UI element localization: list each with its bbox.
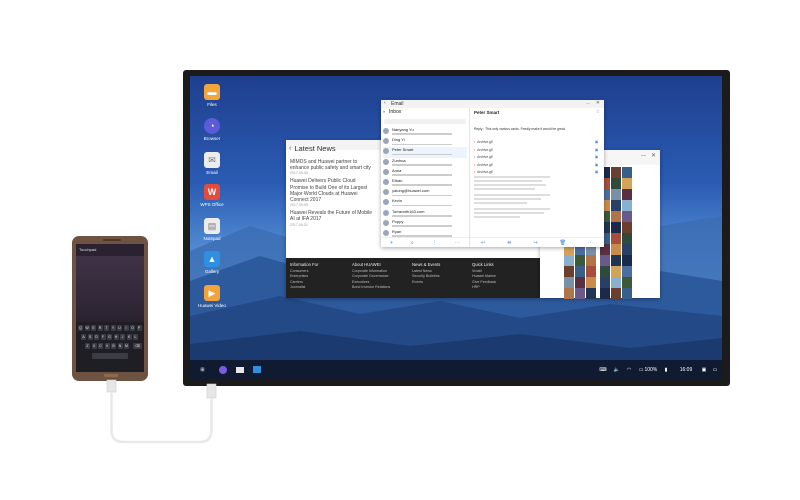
usb-cable	[106, 379, 217, 444]
